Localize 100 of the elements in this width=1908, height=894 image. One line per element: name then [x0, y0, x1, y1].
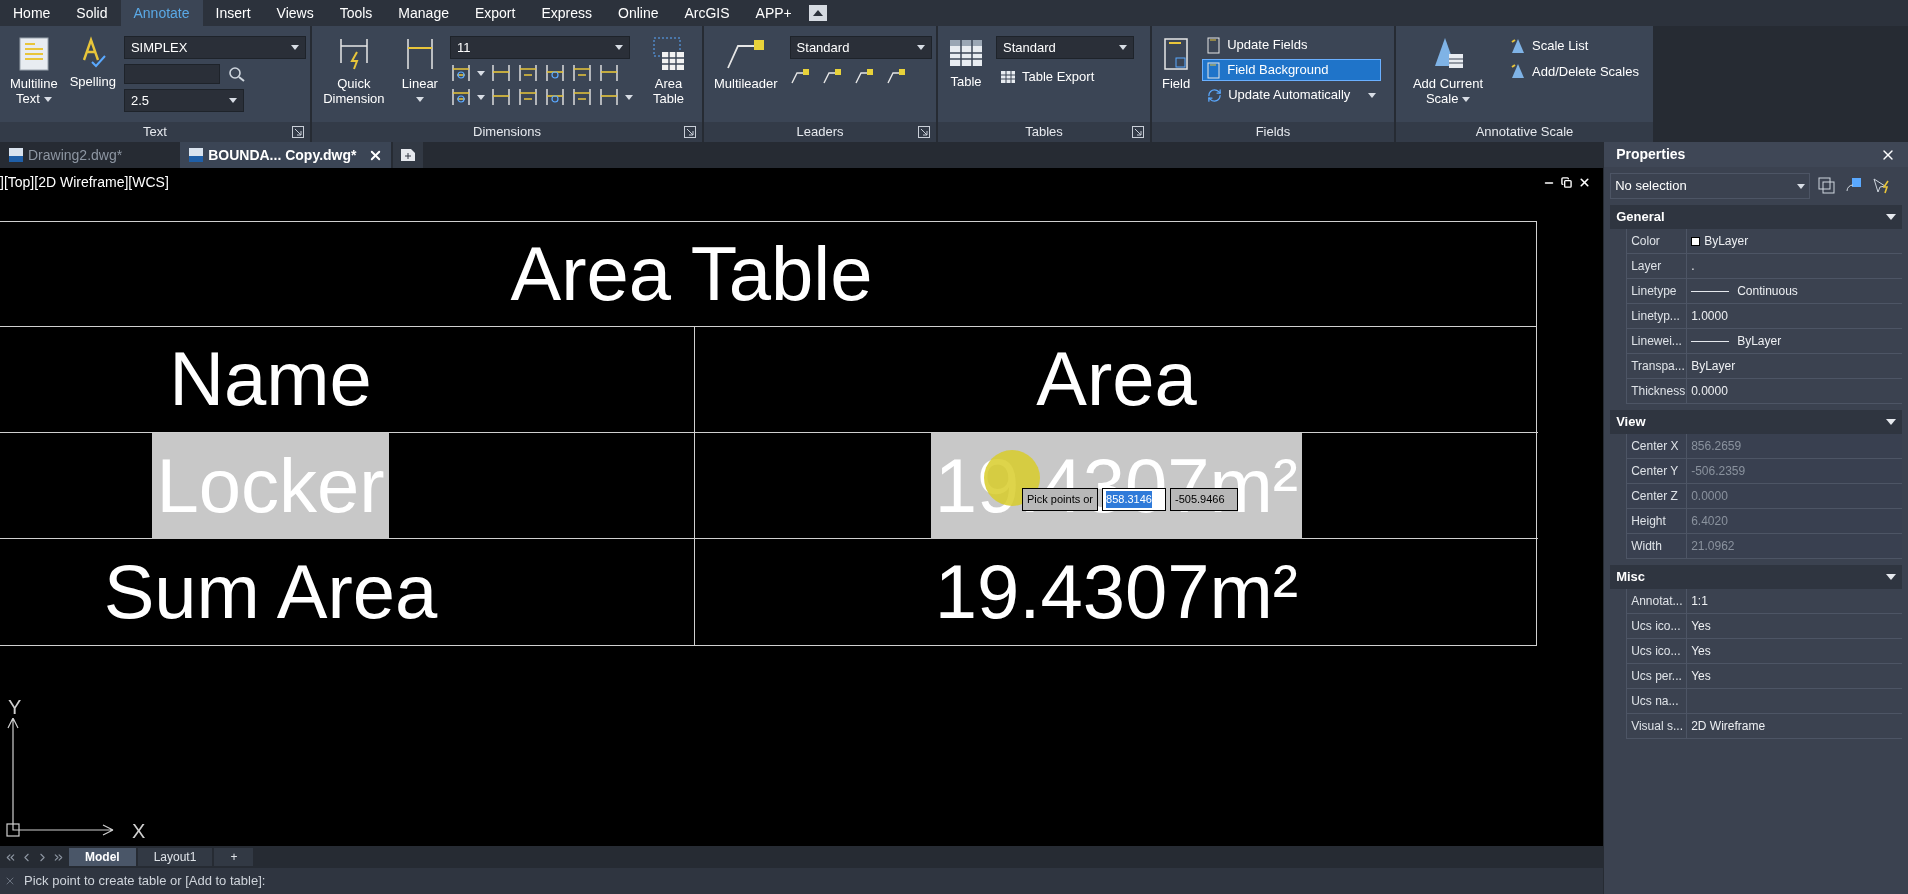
dimension-tool-icon[interactable] [544, 87, 566, 107]
ribbon-large-button[interactable]: Table [944, 32, 988, 122]
dimension-tool-icon[interactable] [598, 63, 620, 83]
dimension-tool-icon[interactable] [490, 63, 512, 83]
menu-tab[interactable]: Home [0, 0, 64, 26]
table-style-dropdown[interactable]: Standard [996, 36, 1134, 59]
property-value[interactable]: 2D Wireframe [1691, 717, 1766, 735]
find-text-field[interactable] [123, 64, 220, 84]
menu-tab[interactable]: Online [605, 0, 672, 26]
leader-tool-icon[interactable] [789, 67, 810, 85]
property-value[interactable]: ByLayer [1691, 357, 1736, 375]
property-value[interactable]: Yes [1691, 617, 1711, 635]
menu-tab[interactable]: APP+ [742, 0, 805, 26]
property-value[interactable]: . [1691, 257, 1695, 275]
dimension-tool-icon[interactable] [571, 63, 593, 83]
property-row[interactable]: Ucs ico... Yes [1626, 614, 1902, 639]
ribbon-large-button[interactable]: Field [1158, 32, 1195, 122]
property-row[interactable]: Linetype Continuous [1626, 279, 1902, 304]
property-row[interactable]: Color ByLayer [1626, 229, 1902, 254]
menu-tab[interactable]: ArcGIS [671, 0, 743, 26]
menu-tab[interactable]: Export [461, 0, 529, 26]
property-row[interactable]: Visual s... 2D Wireframe [1626, 714, 1902, 739]
property-row[interactable]: Annotat... 1:1 [1626, 589, 1902, 614]
property-label: Visual s... [1627, 714, 1688, 738]
text-height-dropdown[interactable]: 2.5 [123, 89, 244, 112]
layout-tab[interactable]: + [214, 848, 254, 866]
menu-tab[interactable]: Annotate [120, 0, 203, 26]
ribbon-large-button[interactable]: Multileader [710, 32, 782, 122]
copy-icon[interactable] [1818, 177, 1837, 195]
ribbon-large-button[interactable]: Quick Dimension [318, 32, 390, 122]
property-row[interactable]: Ucs na... [1626, 689, 1902, 714]
font-dropdown[interactable]: SIMPLEX [123, 36, 306, 59]
dimension-tool-icon[interactable] [517, 87, 539, 107]
dimension-tool-icon[interactable] [544, 63, 566, 83]
leader-tool-icon[interactable] [821, 67, 842, 85]
dialog-launcher-icon[interactable] [292, 126, 304, 138]
property-value[interactable]: ByLayer [1737, 332, 1782, 350]
viewport-label[interactable]: ][Top][2D Wireframe][WCS] [0, 172, 169, 193]
dimension-tool-icon[interactable] [571, 87, 593, 107]
dialog-launcher-icon[interactable] [684, 126, 696, 138]
table-export-button[interactable]: Table Export [996, 67, 1134, 87]
document-tab[interactable]: Drawing2.dwg* [0, 142, 131, 168]
scale-option-button[interactable]: Add/Delete Scales [1506, 61, 1643, 81]
dimension-tool-icon[interactable] [598, 87, 620, 107]
dimension-tool-icon[interactable] [490, 87, 512, 107]
property-value[interactable]: ByLayer [1704, 232, 1749, 250]
up-triangle-icon [812, 10, 823, 16]
table-icon [1000, 69, 1016, 84]
leader-tool-icon[interactable] [853, 67, 874, 85]
collapse-ribbon-button[interactable] [808, 5, 827, 21]
restore-icon[interactable] [1561, 177, 1573, 188]
ribbon-large-button[interactable]: Multiline Text [6, 32, 62, 122]
ribbon-large-button[interactable]: Area Table [641, 32, 696, 122]
ribbon-large-button[interactable]: Add Current Scale [1402, 32, 1494, 122]
property-value[interactable]: Yes [1691, 667, 1711, 685]
layout-tab[interactable]: Model [69, 848, 136, 866]
property-row[interactable]: Linetyp... 1.0000 [1626, 304, 1902, 329]
dimension-tool-icon[interactable] [517, 63, 539, 83]
property-row[interactable]: Transpa... ByLayer [1626, 354, 1902, 379]
dimension-tool-icon[interactable] [450, 87, 472, 107]
dialog-launcher-icon[interactable] [1132, 126, 1144, 138]
menu-tab[interactable]: Views [263, 0, 327, 26]
property-value[interactable]: 0.0000 [1691, 382, 1728, 400]
layout-tab[interactable]: Layout1 [137, 848, 213, 866]
selection-dropdown[interactable]: No selection [1610, 173, 1811, 199]
field-option-button[interactable]: Update Fields [1202, 34, 1382, 56]
dimension-tool-icon[interactable] [450, 63, 472, 83]
section-header[interactable]: View [1610, 410, 1902, 434]
ribbon-large-button[interactable]: Linear [397, 32, 442, 122]
property-value[interactable]: 1:1 [1691, 592, 1708, 610]
area-table-icon [651, 36, 686, 72]
menu-tab[interactable]: Manage [385, 0, 462, 26]
ribbon-large-button[interactable]: Spelling [65, 32, 120, 122]
property-row[interactable]: Ucs per... Yes [1626, 664, 1902, 689]
property-row[interactable]: Thickness 0.0000 [1626, 379, 1902, 404]
scale-option-button[interactable]: Scale List [1506, 36, 1643, 56]
dialog-launcher-icon[interactable] [918, 126, 930, 138]
property-row[interactable]: Linewei... ByLayer [1626, 329, 1902, 354]
menu-tab[interactable]: Tools [326, 0, 386, 26]
section-header[interactable]: General [1610, 205, 1902, 229]
menu-tab[interactable]: Insert [202, 0, 264, 26]
leader-tool-icon[interactable] [885, 67, 906, 85]
document-tab[interactable]: BOUNDA... Copy.dwg* [180, 142, 392, 168]
caret-icon [1119, 45, 1127, 50]
property-value[interactable]: 1.0000 [1691, 307, 1728, 325]
property-label: Annotat... [1627, 589, 1688, 613]
menu-tab[interactable]: Express [528, 0, 605, 26]
property-value[interactable]: Yes [1691, 642, 1711, 660]
new-tab-button[interactable] [393, 142, 424, 168]
property-row[interactable]: Ucs ico... Yes [1626, 639, 1902, 664]
menu-tab[interactable]: Solid [63, 0, 121, 26]
dropdown-caret-icon [625, 94, 633, 100]
find-replace-icon[interactable] [227, 66, 246, 82]
section-header[interactable]: Misc [1610, 565, 1902, 589]
leader-style-dropdown[interactable]: Standard [789, 36, 932, 59]
property-value[interactable]: Continuous [1737, 282, 1798, 300]
field-option-button[interactable]: Update Automatically [1202, 84, 1382, 106]
property-row[interactable]: Layer . [1626, 254, 1902, 279]
field-option-button[interactable]: Field Background [1202, 59, 1382, 81]
dimension-style-dropdown[interactable]: 11 [450, 36, 630, 59]
